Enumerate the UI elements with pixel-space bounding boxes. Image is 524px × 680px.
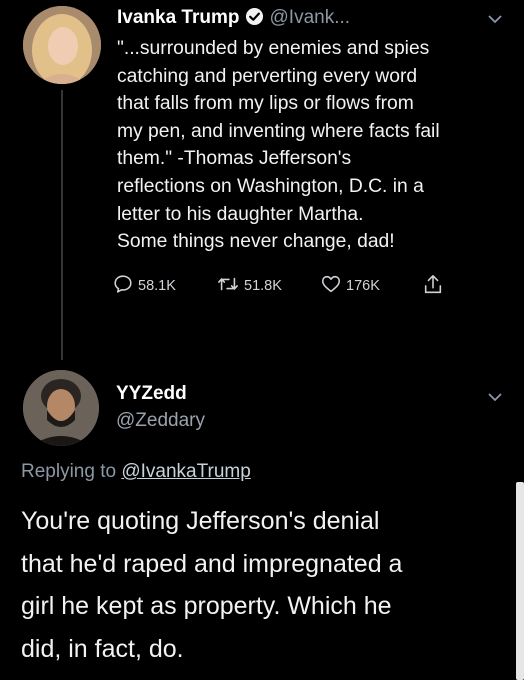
ivanka-avatar[interactable]: [23, 6, 101, 84]
tweet2-text-line: did, in fact, do.: [21, 634, 184, 663]
chevron-down-icon[interactable]: [486, 12, 504, 30]
tweet1-text: "...surrounded by enemies and spies catc…: [117, 35, 517, 256]
chevron-down-icon[interactable]: [486, 390, 504, 408]
tweet2-text-line: that he'd raped and impregnated a: [21, 549, 403, 578]
share-button[interactable]: [422, 273, 448, 301]
tweet2-text: You're quoting Jefferson's denial that h…: [21, 500, 511, 670]
tweet1-author-handle[interactable]: @Ivank...: [270, 7, 351, 28]
like-button[interactable]: 176K: [320, 273, 380, 299]
tweet1-header: Ivanka Trump @Ivank...: [117, 5, 350, 34]
retweet-count: 51.8K: [244, 278, 282, 294]
tweet1-text-line: "...surrounded by enemies and spies: [117, 38, 430, 59]
retweet-button[interactable]: 51.8K: [216, 273, 282, 299]
tweet1-author-name[interactable]: Ivanka Trump: [117, 7, 240, 28]
tweet2-text-line: You're quoting Jefferson's denial: [21, 507, 380, 535]
verified-badge-icon: [245, 7, 264, 34]
tweet1-text-line: that falls from my lips or flows from: [117, 93, 414, 115]
like-count: 176K: [346, 278, 380, 294]
tweet2-text-line: girl he kept as property. Which he: [21, 592, 392, 620]
replying-to-handle-link[interactable]: @IvankaTrump: [121, 461, 250, 482]
tweet1-text-line: my pen, and inventing where facts fail: [117, 120, 440, 142]
reply-count: 58.1K: [138, 278, 176, 294]
scrollbar[interactable]: [516, 482, 524, 680]
heart-icon: [320, 273, 346, 299]
tweet1-action-bar: 58.1K 51.8K 176K: [112, 273, 452, 299]
tweet1-text-line: Some things never change, dad!: [117, 231, 395, 253]
share-icon: [422, 273, 448, 301]
zeddary-avatar[interactable]: [23, 370, 99, 446]
tweet1-text-line: reflections on Washington, D.C. in a: [117, 175, 424, 197]
replying-to-label: Replying to: [21, 461, 117, 482]
thread-connector-line: [61, 90, 63, 360]
reply-button[interactable]: 58.1K: [112, 273, 176, 299]
tweet2-author-handle[interactable]: @Zeddary: [116, 410, 205, 432]
reply-icon: [112, 273, 138, 299]
tweet2-author-name[interactable]: YYZedd: [116, 383, 187, 405]
retweet-icon: [216, 273, 244, 299]
tweet1-text-line: catching and perverting every word: [117, 65, 418, 87]
replying-to-line: Replying to @IvankaTrump: [21, 461, 251, 483]
tweet1-text-line: them." -Thomas Jefferson's: [117, 148, 352, 170]
tweet1-text-line: letter to his daughter Martha.: [117, 203, 364, 225]
